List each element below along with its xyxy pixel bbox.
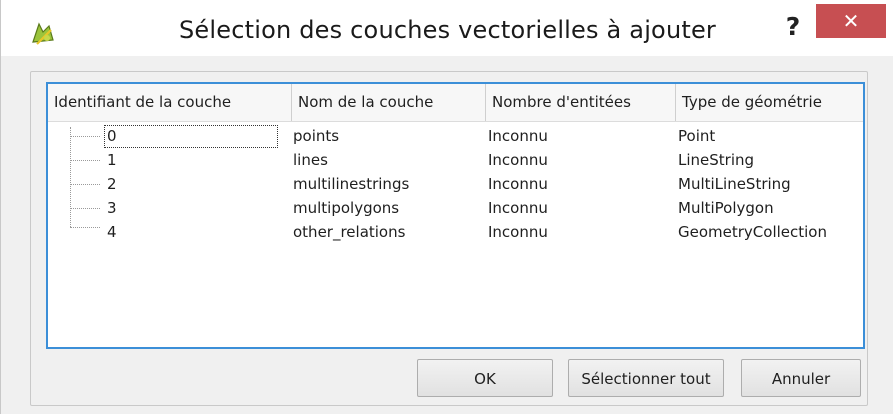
dialog-window: Sélection des couches vectorielles à ajo…	[0, 0, 893, 414]
feature-count: Inconnu	[488, 199, 548, 217]
layer-id: 0	[107, 127, 117, 145]
layer-name: multipolygons	[293, 199, 400, 217]
close-button[interactable]: ✕	[816, 4, 886, 38]
help-button[interactable]: ?	[778, 12, 808, 42]
column-header-id[interactable]: Identifiant de la couche	[48, 84, 292, 121]
select-all-button[interactable]: Sélectionner tout	[568, 359, 724, 397]
geometry-type: LineString	[678, 151, 755, 169]
table-row[interactable]: 4 other_relations Inconnu GeometryCollec…	[48, 220, 863, 244]
feature-count: Inconnu	[488, 151, 548, 169]
table-row[interactable]: 3 multipolygons Inconnu MultiPolygon	[48, 196, 863, 220]
ok-button[interactable]: OK	[417, 359, 553, 397]
geometry-type: MultiPolygon	[678, 199, 774, 217]
feature-count: Inconnu	[488, 127, 548, 145]
feature-count: Inconnu	[488, 223, 548, 241]
window-title: Sélection des couches vectorielles à ajo…	[179, 16, 716, 44]
column-header-count[interactable]: Nombre d'entitées	[486, 84, 676, 121]
layer-name: points	[293, 127, 340, 145]
table-row[interactable]: 2 multilinestrings Inconnu MultiLineStri…	[48, 172, 863, 196]
layer-name: other_relations	[293, 223, 406, 241]
layer-id: 1	[107, 151, 117, 169]
layer-table[interactable]: Identifiant de la couche Nom de la couch…	[46, 82, 865, 349]
geometry-type: MultiLineString	[678, 175, 791, 193]
cancel-button[interactable]: Annuler	[741, 359, 861, 397]
table-row[interactable]: 0 points Inconnu Point	[48, 124, 863, 148]
title-bar: Sélection des couches vectorielles à ajo…	[1, 0, 893, 56]
geometry-type: Point	[678, 127, 716, 145]
table-header: Identifiant de la couche Nom de la couch…	[48, 84, 863, 122]
layer-id: 4	[107, 223, 117, 241]
feature-count: Inconnu	[488, 175, 548, 193]
layer-id: 2	[107, 175, 117, 193]
table-row[interactable]: 1 lines Inconnu LineString	[48, 148, 863, 172]
focus-rectangle	[104, 125, 278, 148]
column-header-name[interactable]: Nom de la couche	[292, 84, 486, 121]
layer-name: lines	[293, 151, 328, 169]
layer-id: 3	[107, 199, 117, 217]
column-header-geometry[interactable]: Type de géométrie	[676, 84, 863, 121]
geometry-type: GeometryCollection	[678, 223, 827, 241]
layer-name: multilinestrings	[293, 175, 410, 193]
